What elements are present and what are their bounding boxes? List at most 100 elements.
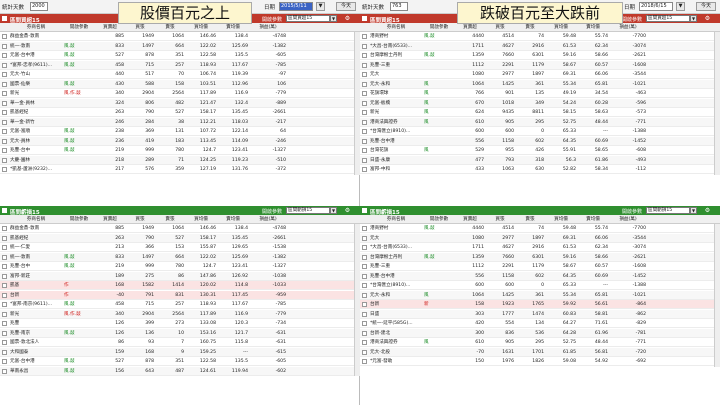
row-checkbox[interactable] [2, 110, 7, 115]
row-checkbox[interactable] [2, 264, 7, 269]
row-checkbox[interactable] [2, 148, 7, 153]
table-row[interactable]: 元富-板橋 風 670 1018 349 54.24 60.28 -596 [360, 98, 720, 108]
row-checkbox[interactable] [2, 34, 7, 39]
column-header-profit-loss[interactable]: 損益(萬) [250, 215, 286, 224]
table-row[interactable]: 元大 1080 2977 1897 69.31 66.06 -3544 [360, 70, 720, 79]
row-checkbox[interactable] [2, 138, 7, 144]
column-header-profit-loss[interactable]: 損益(萬) [610, 215, 646, 224]
row-checkbox[interactable] [362, 43, 367, 49]
column-header-avg-sell[interactable]: 賣均價 [578, 215, 608, 224]
column-header-avg-sell[interactable]: 賣均價 [218, 215, 248, 224]
date-input[interactable]: 2018/6/15 [639, 2, 673, 11]
row-checkbox[interactable] [362, 91, 367, 96]
table-row[interactable]: 港商野村 風.敲 4440 4514 74 59.48 55.74 -7700 [360, 32, 720, 41]
row-checkbox[interactable] [2, 330, 7, 336]
row-checkbox[interactable] [2, 167, 7, 172]
column-header-select-col[interactable] [0, 23, 9, 32]
row-checkbox[interactable] [2, 81, 7, 87]
column-header-sell-qty[interactable]: 賣張 [156, 23, 184, 32]
date-dropdown-button[interactable]: ▼ [676, 2, 685, 11]
column-header-param-tag[interactable]: 開啟參數 [64, 23, 94, 32]
table-row[interactable]: 兆豐-台中港 556 1158 602 64.35 60.69 -1452 [360, 271, 720, 281]
table-row[interactable]: 凱基 作 168 1582 1414 120.02 114.8 -1033 [0, 281, 360, 290]
column-header-buy-qty[interactable]: 買張 [486, 23, 514, 32]
column-header-buy-qty[interactable]: 買張 [126, 215, 154, 224]
settings-icon[interactable]: ⚙ [344, 15, 351, 22]
column-header-avg-buy[interactable]: 買均價 [546, 23, 576, 32]
table-row[interactable]: 統一-仁愛 213 366 153 155.87 129.65 -1538 [0, 243, 360, 252]
date-input[interactable]: 2015/5/11 [279, 2, 313, 11]
settings-icon[interactable]: ⚙ [704, 207, 711, 214]
param-dropdown[interactable]: 區間買超15 [286, 15, 330, 22]
row-checkbox[interactable] [2, 368, 7, 374]
table-row[interactable]: 台新 作 -40 791 831 130.31 117.45 -959 [0, 290, 360, 300]
row-checkbox[interactable] [362, 72, 367, 77]
row-checkbox[interactable] [2, 129, 7, 134]
stat-days-input[interactable]: 2000 [30, 2, 48, 11]
table-row[interactable]: *台灣匯立(8910)... 600 600 0 65.33 --- -1388 [360, 127, 720, 136]
param-dropdown[interactable]: 區間虧損15 [646, 207, 690, 214]
vertical-scrollbar[interactable] [714, 32, 720, 175]
row-checkbox[interactable] [2, 62, 7, 68]
stat-days-input[interactable]: 763 [390, 2, 408, 11]
column-header-sell-qty[interactable]: 賣張 [516, 215, 544, 224]
table-row[interactable]: 兆豐-台中港 556 1158 602 64.35 60.69 -1452 [360, 136, 720, 146]
table-row[interactable]: 元大-北投 -70 1631 1701 61.85 56.81 -720 [360, 347, 720, 357]
row-checkbox[interactable] [2, 340, 7, 345]
column-header-select-col[interactable] [360, 23, 369, 32]
column-header-avg-buy[interactable]: 買均價 [186, 23, 216, 32]
row-checkbox[interactable] [362, 340, 367, 345]
column-header-profit-loss[interactable]: 損益(萬) [250, 23, 286, 32]
table-row[interactable]: 華一金-新竹 246 284 38 112.21 118.03 -217 [0, 117, 360, 127]
row-checkbox[interactable] [362, 292, 367, 298]
row-checkbox[interactable] [2, 254, 7, 260]
column-header-net-buy[interactable]: 買賣超 [456, 23, 484, 32]
column-header-buy-qty[interactable]: 買張 [486, 215, 514, 224]
row-checkbox[interactable] [362, 283, 367, 288]
row-checkbox[interactable] [2, 72, 7, 77]
column-header-broker-name[interactable]: 券商名稱 [370, 215, 422, 224]
row-checkbox[interactable] [2, 157, 7, 163]
table-row[interactable]: *統一-延平(585G)... 420 554 134 64.27 71.61 -829 [360, 319, 720, 328]
table-row[interactable]: 兆豐 126 399 273 133.08 120.3 -734 [0, 319, 360, 328]
column-header-select-col[interactable] [0, 215, 9, 224]
row-checkbox[interactable] [2, 273, 7, 279]
table-row[interactable]: 台新 新 158 1923 1765 59.92 56.61 -864 [360, 300, 720, 309]
row-checkbox[interactable] [2, 359, 7, 364]
table-row[interactable]: 統一-敦南 風.敲 833 1497 664 122.02 125.69 -1382 [0, 252, 360, 262]
table-row[interactable]: 元富-富順 風.敲 238 369 131 107.72 122.14 64 [0, 127, 360, 136]
table-row[interactable]: 華南永昌 風.敲 156 643 487 124.61 119.94 -602 [0, 366, 360, 376]
table-row[interactable]: 台灣摩根士丹利 風.敲 1359 7660 6301 59.16 58.66 -2621 [360, 252, 720, 262]
row-checkbox[interactable] [2, 321, 7, 326]
row-checkbox[interactable] [362, 34, 367, 39]
table-row[interactable]: 台灣摩根士丹利 風.敲 1359 7660 6301 59.16 58.66 -2621 [360, 51, 720, 60]
row-checkbox[interactable] [2, 302, 7, 307]
row-checkbox[interactable] [2, 311, 7, 317]
settings-icon[interactable]: ⚙ [704, 15, 711, 22]
column-header-avg-buy[interactable]: 買均價 [546, 215, 576, 224]
row-checkbox[interactable] [362, 359, 367, 364]
row-checkbox[interactable] [2, 119, 7, 125]
table-row[interactable]: *凱基-蘆洲(9232)... 217 576 359 127.19 131.76 -372 [0, 165, 360, 174]
table-row[interactable]: 元大-員林 風.敲 236 419 183 113.45 114.09 -246 [0, 136, 360, 146]
row-checkbox[interactable] [362, 138, 367, 144]
table-row[interactable]: 富邦-新莊 189 275 86 147.86 126.92 -1038 [0, 271, 360, 281]
table-row[interactable]: 兆豐-台中 風.敲 219 999 780 124.7 123.41 -1327 [0, 146, 360, 155]
table-row[interactable]: *富邦-南京(9611)... 風.敲 458 715 257 118.93 117.67 -… [0, 300, 360, 309]
row-checkbox[interactable] [362, 245, 367, 250]
table-row[interactable]: 群益金鼎-敦南 885 1949 1064 146.46 138.4 -4748 [0, 32, 360, 41]
table-row[interactable]: 國票-敦北法人 86 93 7 160.75 115.8 -631 [0, 338, 360, 347]
chevron-down-icon[interactable]: ▼ [330, 207, 337, 214]
table-row[interactable]: 兆豐-三重 1112 2291 1179 58.67 60.57 -1608 [360, 60, 720, 70]
column-header-select-col[interactable] [360, 215, 369, 224]
table-row[interactable]: 元富-台中港 風.敲 527 878 351 122.58 135.5 -605 [0, 357, 360, 366]
table-row[interactable]: 元大-永和 風 1064 1425 361 55.34 65.81 -1021 [360, 290, 720, 300]
column-header-sell-qty[interactable]: 賣張 [156, 215, 184, 224]
table-row[interactable]: 元大-永和 風 1064 1425 361 55.34 65.81 -1021 [360, 79, 720, 89]
table-row[interactable]: 國票-仙樂 風.敲 430 588 158 103.51 112.96 106 [0, 79, 360, 89]
table-row[interactable]: *元富-發助 150 1976 1826 59.08 54.92 -692 [360, 357, 720, 366]
table-row[interactable]: 新光 風.作.敲 340 2904 2564 117.89 116.9 -779 [0, 89, 360, 98]
row-checkbox[interactable] [362, 100, 367, 106]
column-header-broker-name[interactable]: 券商名稱 [370, 23, 422, 32]
date-dropdown-button[interactable]: ▼ [316, 2, 325, 11]
